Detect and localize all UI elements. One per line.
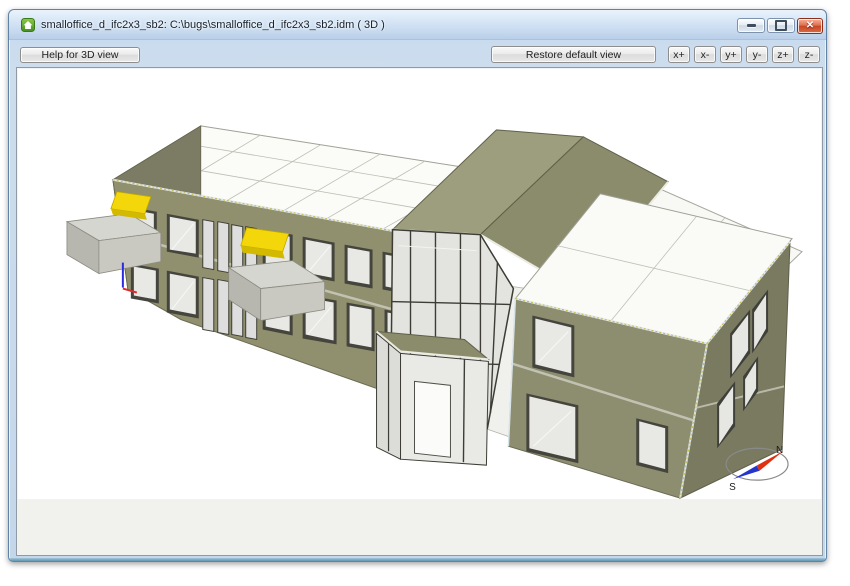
minimize-button[interactable] <box>737 18 765 33</box>
compass-south-label: S <box>729 482 736 493</box>
minimize-icon <box>747 24 756 27</box>
app-icon <box>21 18 35 32</box>
caption-buttons: ✕ <box>737 18 823 34</box>
entrance-door <box>415 381 451 457</box>
view-x-minus-button[interactable]: x- <box>694 46 716 63</box>
3d-viewport[interactable]: N S <box>16 67 823 556</box>
entrance-porch <box>377 331 489 465</box>
building-model-canvas: N S <box>17 68 822 555</box>
restore-default-view-button[interactable]: Restore default view <box>491 46 656 63</box>
close-icon: ✕ <box>806 21 814 31</box>
maximize-icon <box>775 20 787 31</box>
help-button[interactable]: Help for 3D view <box>20 47 140 63</box>
ground-plane <box>17 499 822 555</box>
view-y-plus-button[interactable]: y+ <box>720 46 742 63</box>
3d-view-window: smalloffice_d_ifc2x3_sb2: C:\bugs\smallo… <box>8 9 827 562</box>
view-y-minus-button[interactable]: y- <box>746 46 768 63</box>
close-button[interactable]: ✕ <box>797 18 823 34</box>
compass-north-label: N <box>776 445 783 456</box>
view-x-plus-button[interactable]: x+ <box>668 46 690 63</box>
title-bar[interactable]: smalloffice_d_ifc2x3_sb2: C:\bugs\smallo… <box>9 10 826 40</box>
maximize-button[interactable] <box>767 18 795 33</box>
view-z-plus-button[interactable]: z+ <box>772 46 794 63</box>
window-title: smalloffice_d_ifc2x3_sb2: C:\bugs\smallo… <box>41 19 385 31</box>
view-z-minus-button[interactable]: z- <box>798 46 820 63</box>
